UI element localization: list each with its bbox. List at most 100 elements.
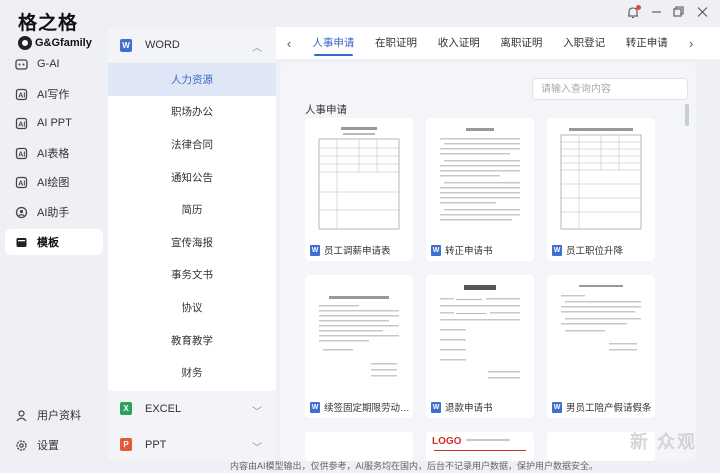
template-thumbnail [313, 122, 405, 232]
nav-label: 用户资料 [37, 410, 81, 422]
template-title: 员工调薪申请表 [324, 246, 391, 257]
category-group-label: WORD [145, 39, 180, 51]
category-group-label: PPT [145, 438, 167, 451]
assistant-icon [15, 206, 28, 219]
logo-placeholder: LOGO [432, 436, 462, 447]
category-item-legal[interactable]: 法律合同 [108, 128, 276, 161]
nav-item-ai-ppt[interactable]: AI AI PPT [5, 110, 103, 136]
ppt-icon: AI [15, 117, 28, 130]
svg-text:AI: AI [18, 121, 25, 128]
logo-english: G&Gfamily [35, 37, 92, 49]
nav-item-settings[interactable]: 设置 [5, 432, 103, 458]
tab-income-certificate[interactable]: 收入证明 [427, 27, 490, 59]
tab-next-icon[interactable]: › [678, 36, 704, 51]
nav-label: 模板 [37, 237, 59, 249]
word-file-icon: W [431, 244, 441, 256]
nav-item-ai-draw[interactable]: AI AI绘图 [5, 169, 103, 195]
template-gallery: 人事申请 W 员工调薪申请表 [280, 62, 696, 461]
word-file-icon: W [552, 401, 562, 413]
category-item-poster[interactable]: 宣传海报 [108, 226, 276, 259]
tab-onboarding[interactable]: 入职登记 [553, 27, 616, 59]
category-item-finance[interactable]: 财务 [108, 356, 276, 389]
word-file-icon: W [310, 401, 320, 413]
nav-label: AI助手 [37, 207, 70, 219]
search-input[interactable] [532, 78, 688, 100]
tab-prev-icon[interactable]: ‹ [276, 36, 302, 51]
chevron-down-icon: ﹀ [252, 442, 262, 454]
category-item-agreement[interactable]: 协议 [108, 291, 276, 324]
nav-label: AI绘图 [37, 177, 70, 189]
category-item-affairs[interactable]: 事务文书 [108, 259, 276, 292]
restore-icon[interactable] [673, 6, 684, 21]
template-card[interactable]: W 续签固定期限劳动合同... [305, 275, 413, 418]
user-icon [15, 409, 28, 422]
notification-dot [636, 5, 641, 10]
word-file-icon: W [310, 244, 320, 256]
word-file-icon: W [431, 401, 441, 413]
category-group-ppt[interactable]: P PPT ﹀ [108, 426, 276, 461]
svg-text:AI: AI [18, 92, 25, 99]
settings-icon [15, 439, 28, 452]
template-title: 转正申请书 [445, 246, 493, 257]
template-title: 退款申请书 [445, 403, 493, 414]
nav-item-gai[interactable]: G-AI [5, 51, 103, 77]
minimize-icon[interactable] [651, 6, 662, 21]
template-card[interactable]: LOGO [426, 432, 534, 461]
category-item-resume[interactable]: 简历 [108, 193, 276, 226]
close-icon[interactable] [697, 6, 708, 21]
tab-bar: ‹ 人事申请 在职证明 收入证明 离职证明 入职登记 转正申请 › [276, 27, 720, 59]
watermark: 新 众观 [630, 432, 698, 452]
table-icon: AI [15, 147, 28, 160]
nav-item-ai-writing[interactable]: AI AI写作 [5, 81, 103, 107]
category-item-education[interactable]: 教育教学 [108, 324, 276, 357]
thumb-line [466, 439, 510, 441]
category-group-word[interactable]: W WORD ︿ [108, 27, 276, 63]
tab-employment-certificate[interactable]: 在职证明 [365, 27, 428, 59]
word-file-icon: W [552, 244, 562, 256]
logo-chinese: 格之格 [18, 12, 79, 34]
tab-resignation-certificate[interactable]: 离职证明 [490, 27, 553, 59]
nav-label: G-AI [37, 58, 60, 70]
nav-item-ai-assistant[interactable]: AI助手 [5, 199, 103, 225]
gai-icon [15, 58, 28, 71]
template-title: 员工职位升降 [566, 246, 624, 257]
template-card[interactable]: W 退款申请书 [426, 275, 534, 418]
category-group-excel[interactable]: X EXCEL ﹀ [108, 390, 276, 427]
nav-item-user-profile[interactable]: 用户资料 [5, 402, 103, 428]
template-card[interactable]: W 员工调薪申请表 [305, 118, 413, 261]
chevron-down-icon: ﹀ [252, 406, 262, 418]
draw-icon: AI [15, 176, 28, 189]
thumb-rule [434, 450, 526, 451]
template-thumbnail [434, 122, 526, 232]
footer-disclaimer: 内容由AI模型输出，仅供参考，AI服务均在国内，后台不记录用户数据，保护用户数据… [229, 461, 598, 471]
nav-label: 设置 [37, 440, 59, 452]
excel-file-icon: X [120, 402, 132, 416]
template-card[interactable]: W 转正申请书 [426, 118, 534, 261]
category-item-hr[interactable]: 人力资源 [108, 63, 276, 96]
category-item-office[interactable]: 职场办公 [108, 96, 276, 129]
template-card[interactable] [305, 432, 413, 461]
nav-label: AI PPT [37, 117, 72, 129]
tab-personnel-request[interactable]: 人事申请 [302, 27, 365, 59]
chevron-up-icon: ︿ [252, 43, 262, 54]
template-card[interactable]: W 男员工陪产假请假条 [547, 275, 655, 418]
nav-label: AI写作 [37, 89, 70, 101]
template-icon [15, 236, 28, 249]
template-thumbnail [555, 122, 647, 232]
template-thumbnail [313, 279, 405, 389]
template-title: 续签固定期限劳动合同... [324, 403, 410, 414]
nav-item-ai-table[interactable]: AI AI表格 [5, 140, 103, 166]
svg-text:AI: AI [18, 151, 25, 158]
category-group-label: EXCEL [145, 402, 182, 415]
category-item-notice[interactable]: 通知公告 [108, 161, 276, 194]
word-file-icon: W [120, 38, 132, 52]
template-thumbnail [434, 279, 526, 389]
content-scrollbar[interactable] [685, 104, 689, 126]
svg-text:AI: AI [18, 180, 25, 187]
template-card[interactable]: W 员工职位升降 [547, 118, 655, 261]
nav-item-templates[interactable]: 模板 [5, 229, 103, 255]
tab-regularization[interactable]: 转正申请 [615, 27, 678, 59]
logo-mark-icon [18, 36, 32, 50]
app-logo: 格之格 G&Gfamily [18, 8, 98, 50]
section-title: 人事申请 [305, 104, 347, 116]
